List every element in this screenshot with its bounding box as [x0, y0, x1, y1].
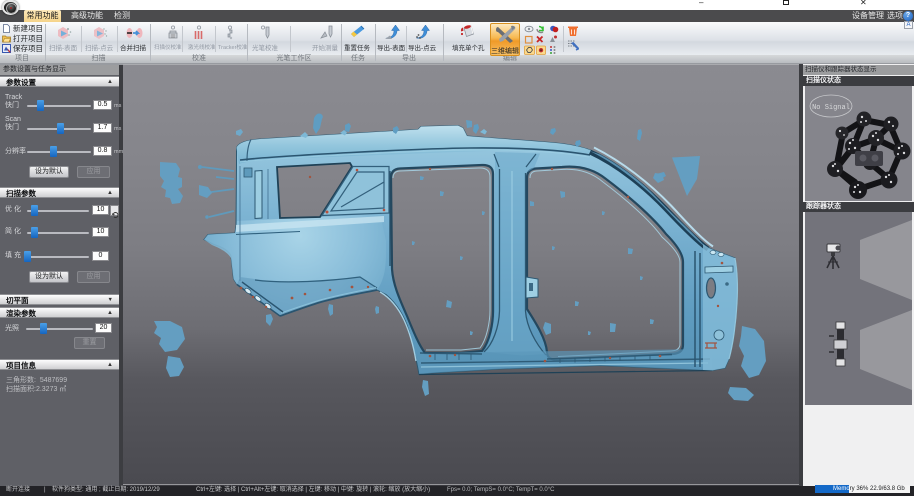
- svg-text:No Signal: No Signal: [812, 104, 850, 112]
